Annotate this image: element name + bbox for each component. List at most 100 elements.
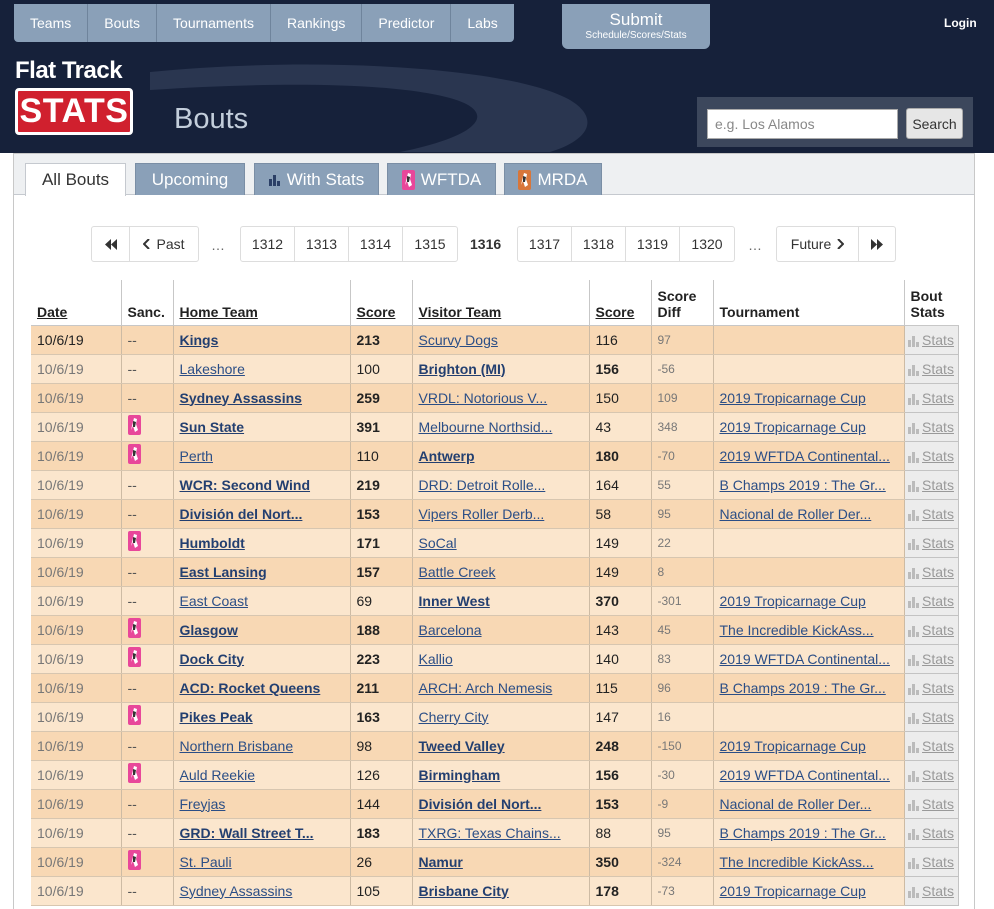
- page-link[interactable]: 1312: [241, 227, 295, 261]
- nav-predictor[interactable]: Predictor: [362, 4, 452, 42]
- nav-bouts[interactable]: Bouts: [88, 4, 158, 42]
- visitor-team-link[interactable]: Barcelona: [419, 622, 482, 638]
- page-link[interactable]: 1314: [349, 227, 403, 261]
- visitor-team-link[interactable]: División del Nort...: [419, 796, 542, 812]
- home-team-link[interactable]: GRD: Wall Street T...: [180, 825, 314, 841]
- home-team-link[interactable]: Perth: [180, 448, 213, 464]
- tournament-link[interactable]: 2019 WFTDA Continental...: [720, 767, 890, 783]
- tournament-link[interactable]: 2019 Tropicarnage Cup: [720, 593, 866, 609]
- visitor-team-link[interactable]: Brisbane City: [419, 883, 509, 899]
- visitor-team-link[interactable]: DRD: Detroit Rolle...: [419, 477, 546, 493]
- col-date[interactable]: Date: [31, 280, 122, 326]
- logo-text[interactable]: Flat Track: [15, 57, 123, 85]
- tournament-link[interactable]: 2019 Tropicarnage Cup: [720, 390, 866, 406]
- home-team-link[interactable]: Sydney Assassins: [180, 390, 302, 406]
- bout-stats-cell[interactable]: Stats: [903, 730, 959, 761]
- tournament-link[interactable]: Nacional de Roller Der...: [720, 796, 872, 812]
- stats-link[interactable]: Stats: [922, 535, 954, 551]
- home-team-link[interactable]: Sydney Assassins: [180, 883, 293, 899]
- home-team-link[interactable]: Lakeshore: [180, 361, 245, 377]
- tournament-link[interactable]: B Champs 2019 : The Gr...: [720, 477, 886, 493]
- bout-stats-cell[interactable]: Stats: [903, 788, 959, 819]
- page-link[interactable]: 1317: [518, 227, 572, 261]
- tournament-link[interactable]: 2019 WFTDA Continental...: [720, 448, 890, 464]
- bout-stats-cell[interactable]: Stats: [903, 556, 959, 587]
- home-team-link[interactable]: East Coast: [180, 593, 248, 609]
- bout-stats-cell[interactable]: Stats: [903, 585, 959, 616]
- submit-button[interactable]: Submit Schedule/Scores/Stats: [562, 4, 710, 49]
- stats-link[interactable]: Stats: [922, 767, 954, 783]
- col-home-score[interactable]: Score: [350, 280, 413, 326]
- home-team-link[interactable]: WCR: Second Wind: [180, 477, 311, 493]
- visitor-team-link[interactable]: Namur: [419, 854, 463, 870]
- stats-link[interactable]: Stats: [922, 709, 954, 725]
- stats-link[interactable]: Stats: [922, 738, 954, 754]
- visitor-team-link[interactable]: Battle Creek: [419, 564, 496, 580]
- bout-stats-cell[interactable]: Stats: [903, 846, 959, 877]
- stats-link[interactable]: Stats: [922, 419, 954, 435]
- home-team-link[interactable]: ACD: Rocket Queens: [180, 680, 321, 696]
- nav-teams[interactable]: Teams: [14, 4, 89, 42]
- stats-link[interactable]: Stats: [922, 883, 954, 899]
- home-team-link[interactable]: Northern Brisbane: [180, 738, 294, 754]
- search-button[interactable]: Search: [906, 108, 963, 139]
- stats-link[interactable]: Stats: [922, 825, 954, 841]
- past-button[interactable]: Past: [130, 227, 198, 261]
- stats-link[interactable]: Stats: [922, 448, 954, 464]
- visitor-team-link[interactable]: Melbourne Northsid...: [419, 419, 553, 435]
- logo-stats-badge[interactable]: STATS: [15, 88, 133, 135]
- bout-stats-cell[interactable]: Stats: [903, 875, 959, 906]
- visitor-team-link[interactable]: Scurvy Dogs: [419, 332, 498, 348]
- stats-link[interactable]: Stats: [922, 506, 954, 522]
- visitor-team-link[interactable]: Birmingham: [419, 767, 501, 783]
- stats-link[interactable]: Stats: [922, 361, 954, 377]
- nav-tournaments[interactable]: Tournaments: [157, 4, 271, 42]
- stats-link[interactable]: Stats: [922, 564, 954, 580]
- nav-rankings[interactable]: Rankings: [270, 4, 363, 42]
- tab-wftda[interactable]: WFTDA: [387, 163, 496, 195]
- tournament-link[interactable]: Nacional de Roller Der...: [720, 506, 872, 522]
- tab-mrda[interactable]: MRDA: [504, 163, 602, 195]
- bout-stats-cell[interactable]: Stats: [903, 382, 959, 413]
- login-link[interactable]: Login: [944, 16, 977, 30]
- home-team-link[interactable]: Kings: [180, 332, 219, 348]
- tournament-link[interactable]: 2019 WFTDA Continental...: [720, 651, 890, 667]
- tournament-link[interactable]: 2019 Tropicarnage Cup: [720, 419, 866, 435]
- home-team-link[interactable]: St. Pauli: [180, 854, 232, 870]
- last-page-button[interactable]: [859, 227, 895, 261]
- tab-upcoming[interactable]: Upcoming: [135, 163, 245, 195]
- bout-stats-cell[interactable]: Stats: [903, 614, 959, 645]
- visitor-team-link[interactable]: Vipers Roller Derb...: [419, 506, 545, 522]
- tournament-link[interactable]: B Champs 2019 : The Gr...: [720, 825, 886, 841]
- visitor-team-link[interactable]: Antwerp: [419, 448, 475, 464]
- tournament-link[interactable]: The Incredible KickAss...: [720, 854, 874, 870]
- home-team-link[interactable]: Glasgow: [180, 622, 238, 638]
- bout-stats-cell[interactable]: Stats: [903, 353, 959, 384]
- page-link[interactable]: 1318: [572, 227, 626, 261]
- home-team-link[interactable]: Sun State: [180, 419, 245, 435]
- bout-stats-cell[interactable]: Stats: [903, 759, 959, 790]
- visitor-team-link[interactable]: VRDL: Notorious V...: [419, 390, 548, 406]
- home-team-link[interactable]: East Lansing: [180, 564, 267, 580]
- bout-stats-cell[interactable]: Stats: [903, 469, 959, 500]
- bout-stats-cell[interactable]: Stats: [903, 643, 959, 674]
- future-button[interactable]: Future: [777, 227, 859, 261]
- stats-link[interactable]: Stats: [922, 593, 954, 609]
- stats-link[interactable]: Stats: [922, 332, 954, 348]
- visitor-team-link[interactable]: TXRG: Texas Chains...: [419, 825, 561, 841]
- home-team-link[interactable]: Pikes Peak: [180, 709, 253, 725]
- bout-stats-cell[interactable]: Stats: [903, 411, 959, 442]
- page-link[interactable]: 1320: [680, 227, 734, 261]
- visitor-team-link[interactable]: Kallio: [419, 651, 453, 667]
- page-link[interactable]: 1315: [403, 227, 457, 261]
- bout-stats-cell[interactable]: Stats: [903, 324, 959, 355]
- visitor-team-link[interactable]: Inner West: [419, 593, 490, 609]
- stats-link[interactable]: Stats: [922, 796, 954, 812]
- stats-link[interactable]: Stats: [922, 854, 954, 870]
- search-input[interactable]: [707, 109, 898, 139]
- visitor-team-link[interactable]: SoCal: [419, 535, 457, 551]
- visitor-team-link[interactable]: ARCH: Arch Nemesis: [419, 680, 553, 696]
- bout-stats-cell[interactable]: Stats: [903, 527, 959, 558]
- stats-link[interactable]: Stats: [922, 390, 954, 406]
- home-team-link[interactable]: Humboldt: [180, 535, 245, 551]
